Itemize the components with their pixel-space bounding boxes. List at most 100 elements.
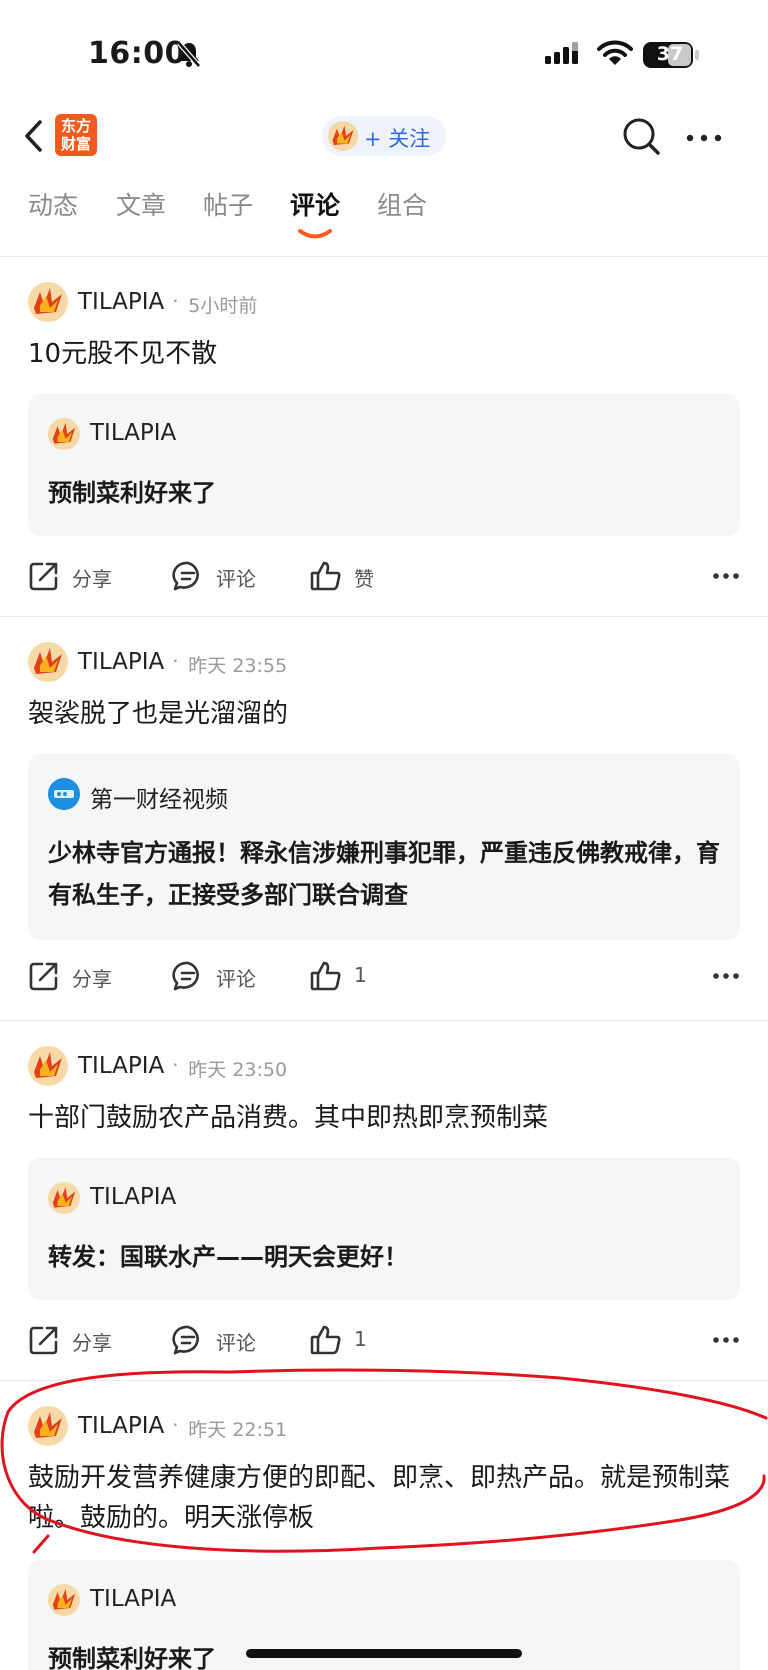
like-count: 1 (354, 1327, 367, 1351)
tab-articles[interactable]: 文章 (116, 186, 166, 222)
post-header: TILAPIA · 昨天 23:55 (28, 640, 728, 684)
home-indicator[interactable] (246, 1649, 522, 1658)
user-avatar-icon (48, 1584, 80, 1616)
user-avatar-icon[interactable] (28, 642, 68, 682)
bell-muted-icon (177, 41, 201, 68)
comment-label: 评论 (216, 567, 256, 591)
follow-label: + 关注 (364, 127, 431, 151)
user-avatar-icon (328, 121, 358, 151)
quoted-text: 预制菜利好来了 (48, 479, 216, 507)
follow-button[interactable]: + 关注 (322, 116, 446, 156)
post-time: 昨天 22:51 (188, 1419, 288, 1441)
comment-icon (172, 1325, 199, 1355)
author-name[interactable]: TILAPIA (78, 649, 164, 675)
comment-post: TILAPIA · 昨天 23:55 袈裟脱了也是光溜溜的 第一财经视频 少林寺… (0, 640, 768, 1020)
post-text[interactable]: 鼓励开发营养健康方便的即配、即烹、即热产品。就是预制菜啦。鼓励的。明天涨停板 (28, 1458, 740, 1538)
status-time: 16:00 (88, 36, 186, 71)
share-button[interactable]: 分享 (28, 1320, 148, 1360)
comment-post: TILAPIA · 昨天 22:51 鼓励开发营养健康方便的即配、即烹、即热产品… (0, 1404, 768, 1670)
like-count: 赞 (354, 567, 374, 591)
quoted-text: 转发：国联水产——明天会更好！ (48, 1243, 408, 1271)
post-text[interactable]: 10元股不见不散 (28, 334, 740, 374)
post-time: 5小时前 (188, 295, 258, 317)
separator-dot: · (172, 649, 179, 673)
post-text[interactable]: 十部门鼓励农产品消费。其中即热即烹预制菜 (28, 1098, 740, 1138)
divider (0, 616, 768, 617)
share-label: 分享 (72, 567, 112, 591)
user-avatar-icon[interactable] (28, 1046, 68, 1086)
back-arrow-icon[interactable] (22, 118, 46, 154)
comment-post: TILAPIA · 5小时前 10元股不见不散 TILAPIA 预制菜利好来了 … (0, 280, 768, 616)
cellular-signal-icon (545, 42, 578, 64)
post-header: TILAPIA · 昨天 23:50 (28, 1044, 728, 1088)
divider (0, 1020, 768, 1021)
quoted-post[interactable]: 第一财经视频 少林寺官方通报！释永信涉嫌刑事犯罪，严重违反佛教戒律，育有私生子，… (28, 754, 740, 940)
author-name[interactable]: TILAPIA (78, 289, 164, 315)
thumbs-up-icon (310, 561, 341, 591)
quoted-post[interactable]: TILAPIA 转发：国联水产——明天会更好！ (28, 1158, 740, 1300)
quoted-text: 少林寺官方通报！释永信涉嫌刑事犯罪，严重违反佛教戒律，育有私生子，正接受多部门联… (48, 839, 720, 909)
post-time: 昨天 23:55 (188, 655, 288, 677)
tab-comments[interactable]: 评论 (290, 186, 340, 222)
like-count: 1 (354, 963, 367, 987)
post-time: 昨天 23:50 (188, 1059, 288, 1081)
author-name[interactable]: TILAPIA (78, 1053, 164, 1079)
more-options-icon[interactable] (712, 572, 740, 580)
thumbs-up-icon (310, 1325, 341, 1355)
more-options-icon[interactable] (712, 1336, 740, 1344)
channel-logo-icon (48, 778, 80, 810)
comment-label: 评论 (216, 1331, 256, 1355)
status-bar: 16:00 37 (0, 0, 768, 100)
share-button[interactable]: 分享 (28, 556, 148, 596)
app-logo: 东方 财富 (55, 114, 97, 156)
comment-icon (172, 561, 199, 591)
share-icon (29, 962, 58, 991)
user-avatar-icon[interactable] (28, 1406, 68, 1446)
more-options-icon[interactable] (712, 972, 740, 980)
like-button[interactable]: 1 (310, 1320, 410, 1360)
post-header: TILAPIA · 昨天 22:51 (28, 1404, 728, 1448)
author-name[interactable]: TILAPIA (78, 1413, 164, 1439)
tab-dynamic[interactable]: 动态 (28, 186, 78, 222)
separator-dot: · (172, 1053, 179, 1077)
share-icon (29, 562, 58, 591)
nav-bar: 东方 财富 + 关注 (0, 100, 768, 180)
more-options-icon[interactable] (686, 134, 722, 142)
separator-dot: · (172, 289, 179, 313)
post-text[interactable]: 袈裟脱了也是光溜溜的 (28, 694, 740, 734)
share-icon (29, 1326, 58, 1355)
quoted-author: TILAPIA (90, 420, 177, 446)
divider (0, 1380, 768, 1381)
quoted-post[interactable]: TILAPIA 预制菜利好来了 (28, 394, 740, 536)
tab-portfolio[interactable]: 组合 (377, 186, 427, 222)
action-bar: 分享 评论 1 (28, 956, 740, 996)
comment-button[interactable]: 评论 (172, 556, 292, 596)
comment-button[interactable]: 评论 (172, 1320, 292, 1360)
active-tab-indicator (298, 229, 332, 239)
wifi-icon (597, 40, 633, 65)
share-button[interactable]: 分享 (28, 956, 148, 996)
divider (0, 256, 768, 257)
comment-post: TILAPIA · 昨天 23:50 十部门鼓励农产品消费。其中即热即烹预制菜 … (0, 1044, 768, 1380)
like-button[interactable]: 1 (310, 956, 410, 996)
quoted-author: 第一财经视频 (90, 787, 228, 813)
action-bar: 分享 评论 1 (28, 1320, 740, 1360)
comment-label: 评论 (216, 967, 256, 991)
thumbs-up-icon (310, 961, 341, 991)
comment-icon (172, 961, 199, 991)
share-label: 分享 (72, 967, 112, 991)
like-button[interactable]: 赞 (310, 556, 410, 596)
user-avatar-icon (48, 418, 80, 450)
user-avatar-icon (48, 1182, 80, 1214)
share-label: 分享 (72, 1331, 112, 1355)
quoted-author: TILAPIA (90, 1586, 177, 1612)
quoted-author: TILAPIA (90, 1184, 177, 1210)
search-icon[interactable] (622, 117, 662, 157)
tab-posts[interactable]: 帖子 (203, 186, 253, 222)
post-header: TILAPIA · 5小时前 (28, 280, 728, 324)
comment-button[interactable]: 评论 (172, 956, 292, 996)
separator-dot: · (172, 1413, 179, 1437)
action-bar: 分享 评论 赞 (28, 556, 740, 596)
battery-level: 37 (656, 43, 684, 65)
user-avatar-icon[interactable] (28, 282, 68, 322)
